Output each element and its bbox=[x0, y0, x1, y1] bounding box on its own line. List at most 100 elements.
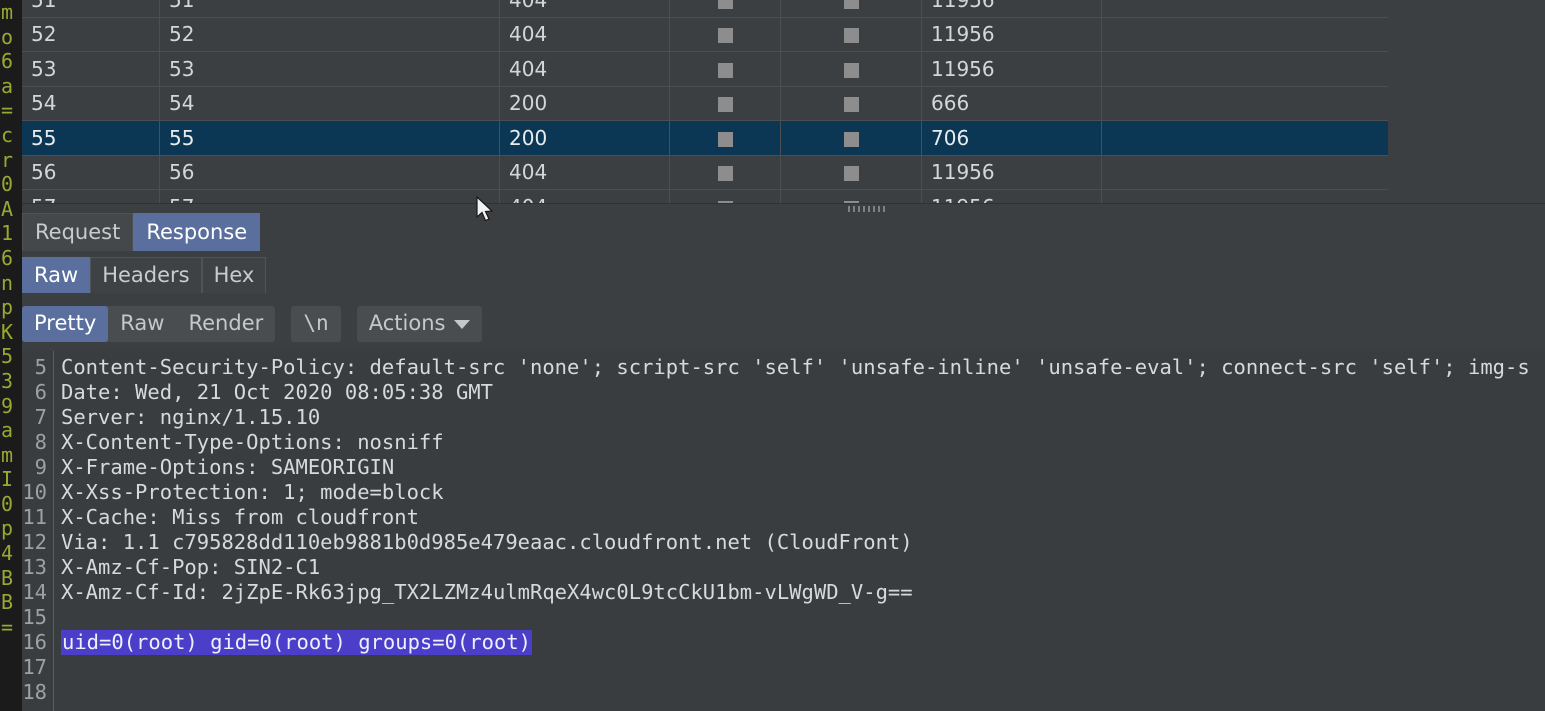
checkbox-square-icon bbox=[717, 0, 733, 9]
actions-group[interactable]: Actions bbox=[356, 306, 483, 342]
terminal-char: 5 bbox=[1, 344, 14, 369]
checkbox-square-icon bbox=[717, 166, 733, 182]
cell-flag-2 bbox=[780, 120, 922, 156]
line-number: 13 bbox=[22, 555, 47, 579]
view-mode-pretty-button[interactable]: Pretty bbox=[22, 306, 109, 342]
cell-flag-2 bbox=[780, 0, 922, 18]
response-code-lines[interactable]: Content-Security-Policy: default-src 'no… bbox=[61, 351, 1545, 711]
terminal-char: 4 bbox=[1, 541, 14, 566]
line-number: 5 bbox=[34, 355, 47, 379]
code-line[interactable] bbox=[61, 680, 1545, 705]
code-line[interactable]: Server: nginx/1.15.10 bbox=[61, 405, 1545, 430]
response-body-viewer[interactable]: 5 6 7 8 9 10 11 12 13 14 15 16 17 18 Content-Security… bbox=[22, 351, 1545, 711]
view-mode-group[interactable]: Pretty Raw Render bbox=[22, 306, 276, 342]
cell-number: 56 bbox=[22, 155, 160, 190]
burp-suite-window: mo6a=cr0A16npK539amI0p4BB= 5151404119565… bbox=[0, 0, 1545, 711]
chevron-down-icon bbox=[454, 319, 471, 329]
table-row[interactable]: 55 55 200 706 bbox=[22, 120, 1388, 156]
cell-length: 666 bbox=[921, 86, 1102, 121]
cell-length: 11956 bbox=[921, 51, 1102, 87]
line-number: 17 bbox=[22, 655, 47, 679]
cell-status: 404 bbox=[499, 155, 670, 190]
message-toolbar[interactable]: Pretty Raw Render \n Actions bbox=[22, 306, 1545, 346]
cell-length: 11956 bbox=[921, 155, 1102, 190]
terminal-char: B bbox=[1, 565, 14, 590]
terminal-char: 6 bbox=[1, 245, 14, 270]
code-line[interactable] bbox=[61, 605, 1545, 630]
line-number: 9 bbox=[34, 455, 47, 479]
terminal-char: = bbox=[1, 614, 14, 639]
code-line[interactable]: X-Cache: Miss from cloudfront bbox=[61, 505, 1545, 530]
code-line[interactable]: X-Amz-Cf-Id: 2jZpE-Rk63jpg_TX2LZMz4ulmRq… bbox=[61, 580, 1545, 605]
checkbox-square-icon bbox=[843, 0, 859, 9]
code-line[interactable]: X-Content-Type-Options: nosniff bbox=[61, 430, 1545, 455]
cell-index: 55 bbox=[159, 120, 500, 156]
line-number: 12 bbox=[22, 530, 47, 554]
table-row[interactable]: 56 56 404 11956 bbox=[22, 155, 1388, 190]
cell-extra bbox=[1101, 0, 1388, 18]
table-row[interactable]: 53 53 404 11956 bbox=[22, 51, 1388, 87]
cell-extra bbox=[1101, 155, 1388, 190]
terminal-char: o bbox=[1, 24, 14, 49]
code-line[interactable] bbox=[61, 655, 1545, 680]
cell-index: 57 bbox=[159, 189, 500, 203]
subtab-raw[interactable]: Raw bbox=[22, 257, 91, 293]
message-primary-tabs[interactable]: Request Response bbox=[22, 213, 1545, 251]
table-row[interactable]: 54 54 200 666 bbox=[22, 86, 1388, 121]
cell-number: 53 bbox=[22, 51, 160, 87]
code-line[interactable]: Date: Wed, 21 Oct 2020 08:05:38 GMT bbox=[61, 380, 1545, 405]
table-row[interactable]: 52 52 404 11956 bbox=[22, 17, 1388, 52]
line-number: 8 bbox=[34, 430, 47, 454]
cell-flag-1 bbox=[669, 51, 781, 87]
cell-status: 404 bbox=[499, 51, 670, 87]
table-row[interactable]: 575740411956 bbox=[22, 189, 1388, 203]
cell-number: 54 bbox=[22, 86, 160, 121]
background-terminal-strip: m o 6 a = c r 0 A 1 6 n p K 5 3 9 a m I 0 p 4 B B = bbox=[0, 0, 22, 711]
proxy-history-table[interactable]: 5151404119565252404119565353404119565454… bbox=[22, 0, 1545, 203]
terminal-char: p bbox=[1, 295, 14, 320]
cell-flag-2 bbox=[780, 51, 922, 87]
proxy-history-grid[interactable]: 5151404119565252404119565353404119565454… bbox=[22, 0, 1388, 203]
checkbox-square-icon bbox=[717, 131, 733, 147]
code-line[interactable]: X-Amz-Cf-Pop: SIN2-C1 bbox=[61, 555, 1545, 580]
code-line[interactable]: X-Frame-Options: SAMEORIGIN bbox=[61, 455, 1545, 480]
checkbox-square-icon bbox=[843, 131, 859, 147]
subtab-headers[interactable]: Headers bbox=[90, 257, 202, 293]
cell-extra bbox=[1101, 120, 1388, 156]
cell-extra bbox=[1101, 51, 1388, 87]
terminal-char: 9 bbox=[1, 393, 14, 418]
tab-request[interactable]: Request bbox=[22, 213, 134, 251]
cell-flag-1 bbox=[669, 155, 781, 190]
table-row[interactable]: 515140411956 bbox=[22, 0, 1388, 18]
terminal-char: r bbox=[1, 147, 14, 172]
code-line[interactable]: uid=0(root) gid=0(root) groups=0(root) bbox=[61, 630, 1545, 655]
cell-extra bbox=[1101, 17, 1388, 52]
highlighted-text: uid=0(root) gid=0(root) groups=0(root) bbox=[61, 630, 532, 655]
message-secondary-tabs[interactable]: Raw Headers Hex bbox=[22, 257, 1545, 295]
actions-button[interactable]: Actions bbox=[357, 306, 483, 342]
newline-button[interactable]: \n bbox=[291, 306, 340, 342]
terminal-char: n bbox=[1, 270, 14, 295]
line-number: 10 bbox=[22, 480, 47, 504]
cell-flag-2 bbox=[780, 17, 922, 52]
actions-button-label: Actions bbox=[368, 311, 446, 335]
cell-status: 404 bbox=[499, 189, 670, 203]
terminal-char: I bbox=[1, 467, 14, 492]
cell-flag-2 bbox=[780, 189, 922, 203]
cell-flag-2 bbox=[780, 86, 922, 121]
terminal-char: c bbox=[1, 122, 14, 147]
terminal-char: B bbox=[1, 590, 14, 615]
cell-flag-2 bbox=[780, 155, 922, 190]
code-line[interactable]: X-Xss-Protection: 1; mode=block bbox=[61, 480, 1545, 505]
checkbox-square-icon bbox=[843, 166, 859, 182]
tab-response[interactable]: Response bbox=[133, 213, 261, 251]
code-line[interactable]: Content-Security-Policy: default-src 'no… bbox=[61, 355, 1545, 380]
cell-index: 53 bbox=[159, 51, 500, 87]
subtab-hex[interactable]: Hex bbox=[201, 257, 267, 293]
view-mode-render-button[interactable]: Render bbox=[176, 306, 275, 342]
cell-length: 706 bbox=[921, 120, 1102, 156]
splitter-grip-icon[interactable] bbox=[848, 206, 888, 212]
code-line[interactable]: Via: 1.1 c795828dd110eb9881b0d985e479eaa… bbox=[61, 530, 1545, 555]
newline-group[interactable]: \n bbox=[291, 306, 341, 342]
view-mode-raw-button[interactable]: Raw bbox=[108, 306, 176, 342]
